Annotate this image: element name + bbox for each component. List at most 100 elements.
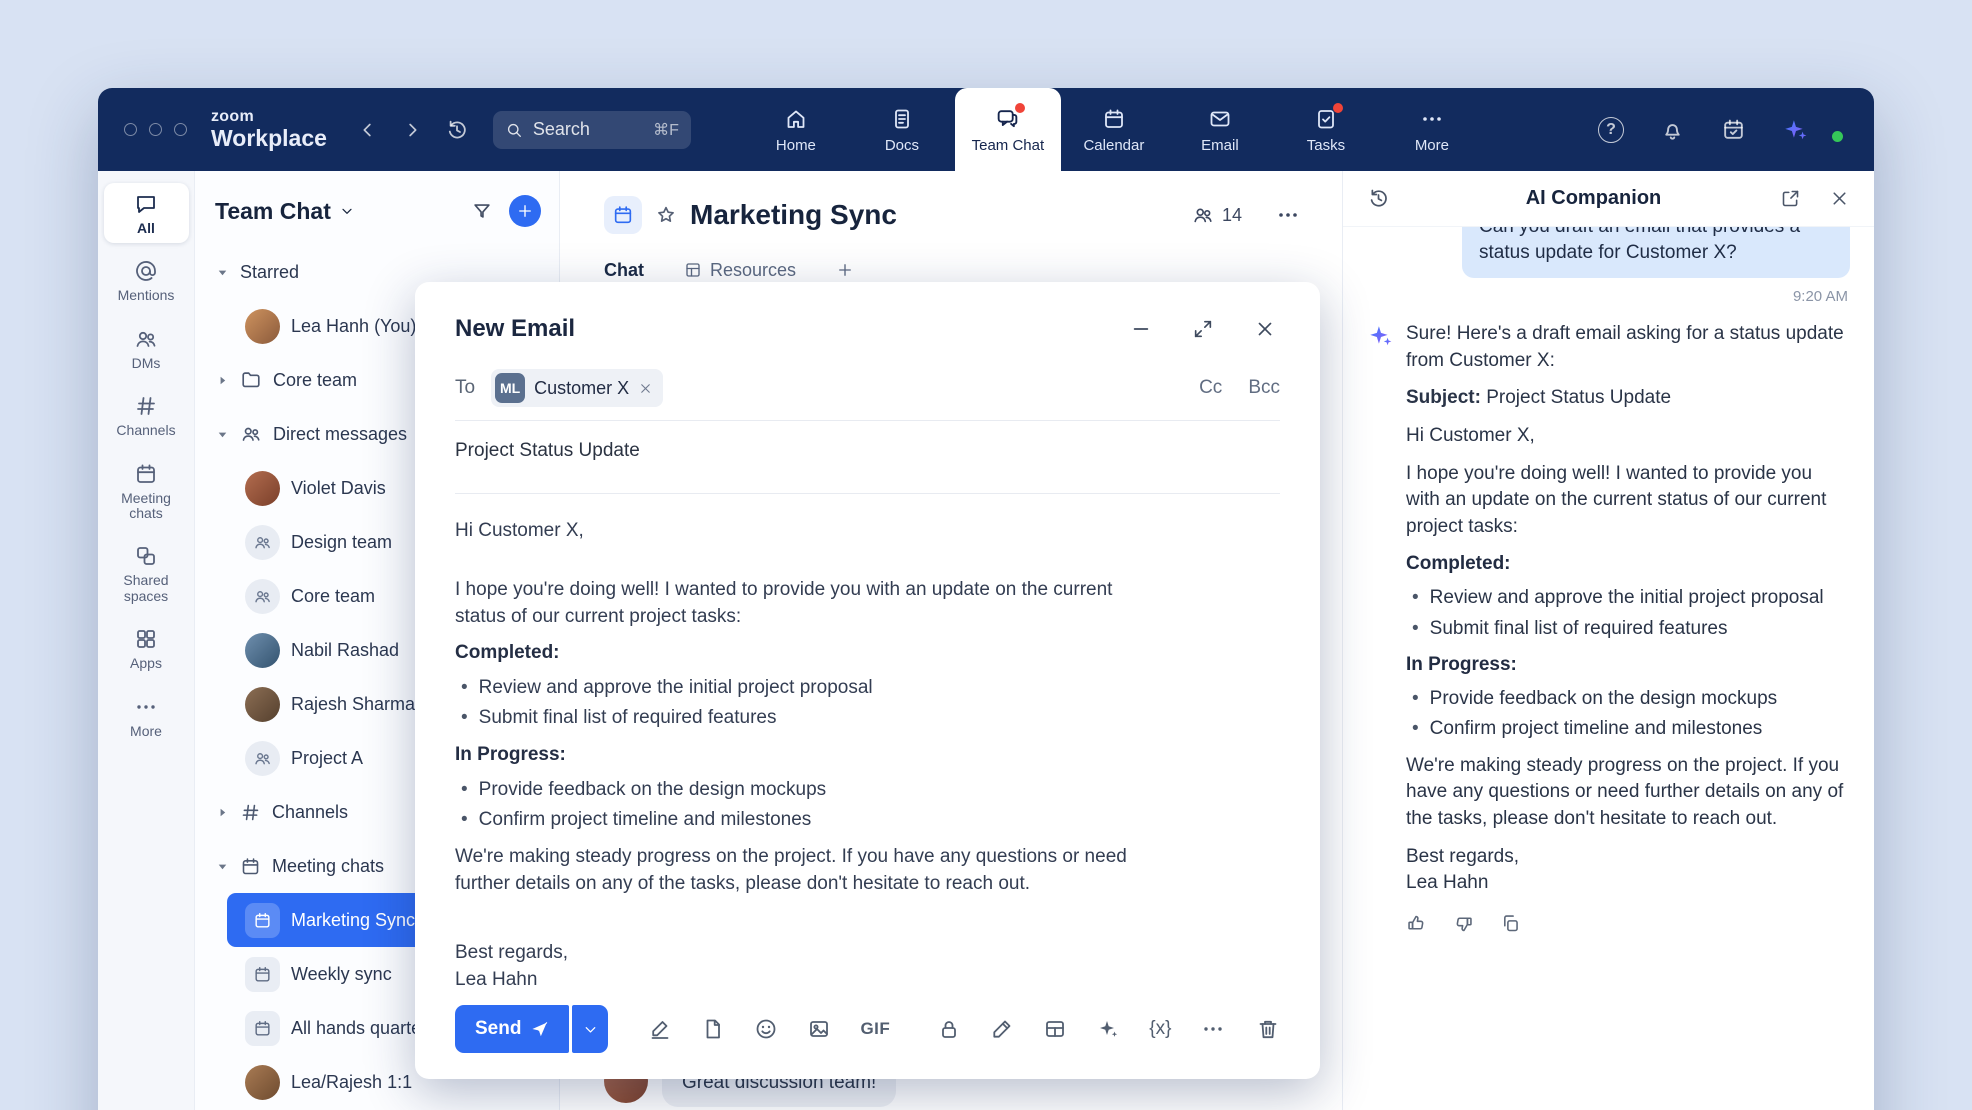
composer-more-button[interactable]	[1201, 1017, 1225, 1041]
gif-button[interactable]: GIF	[860, 1019, 890, 1039]
minimize-modal-button[interactable]	[1126, 314, 1156, 344]
new-chat-button[interactable]	[509, 195, 541, 227]
rail-item-meeting-chats[interactable]: Meeting chats	[104, 453, 189, 529]
rail-item-channels[interactable]: Channels	[104, 385, 189, 445]
avatar-rajesh-sharma	[245, 687, 280, 722]
close-modal-button[interactable]	[1250, 314, 1280, 344]
to-field[interactable]: To ML Customer X Cc Bcc	[455, 368, 1280, 408]
email-body-editor[interactable]: Hi Customer X, I hope you're doing well!…	[455, 494, 1155, 991]
remove-recipient-button[interactable]	[638, 381, 653, 396]
variables-button[interactable]: {x}	[1149, 1018, 1171, 1040]
send-button[interactable]: Send	[455, 1005, 569, 1053]
rail-item-all[interactable]: All	[104, 183, 189, 243]
emoji-icon	[754, 1017, 778, 1041]
history-button[interactable]	[441, 114, 473, 146]
search-input[interactable]: Search ⌘F	[493, 111, 691, 149]
ai-companion-panel: AI Companion Can you draft an email that…	[1342, 171, 1874, 1110]
star-channel-button[interactable]	[655, 204, 677, 226]
team-chat-dropdown[interactable]: Team Chat	[215, 198, 355, 225]
close-icon	[638, 381, 653, 396]
help-button[interactable]: ?	[1594, 113, 1628, 147]
ai-conversation[interactable]: Can you draft an email that provides a s…	[1343, 227, 1874, 1110]
channel-more-button[interactable]	[1272, 199, 1304, 231]
rail-item-mentions[interactable]: Mentions	[104, 250, 189, 310]
upcoming-meetings-button[interactable]	[1717, 113, 1750, 146]
rail-item-apps[interactable]: Apps	[104, 618, 189, 678]
plus-icon	[836, 261, 854, 279]
cc-button[interactable]: Cc	[1199, 377, 1222, 399]
ai-sparkle-icon	[1782, 117, 1808, 143]
profile-menu-button[interactable]	[1840, 126, 1848, 134]
edit-button[interactable]	[990, 1017, 1014, 1041]
minimize-window-control[interactable]	[149, 123, 162, 136]
ai-response-body: Sure! Here's a draft email asking for a …	[1406, 321, 1850, 934]
topnav-team-chat[interactable]: Team Chat	[955, 88, 1061, 171]
ai-signature: Best regards, Lea Hahn	[1406, 844, 1850, 897]
primary-navigation: Home Docs Team Chat Calendar	[743, 88, 1485, 171]
expand-modal-button[interactable]	[1188, 314, 1218, 344]
ai-compose-button[interactable]	[1096, 1017, 1120, 1041]
chevron-right-icon	[401, 119, 423, 141]
topnav-docs[interactable]: Docs	[849, 88, 955, 171]
meeting-calendar-icon	[134, 462, 158, 486]
modal-title: New Email	[455, 315, 575, 343]
people-icon	[134, 327, 158, 351]
topnav-home[interactable]: Home	[743, 88, 849, 171]
ai-response-message: Sure! Here's a draft email asking for a …	[1367, 321, 1850, 934]
topnav-calendar[interactable]: Calendar	[1061, 88, 1167, 171]
chat-bubble-icon	[134, 192, 158, 216]
rail-item-dms[interactable]: DMs	[104, 318, 189, 378]
rail-item-shared-spaces[interactable]: Shared spaces	[104, 535, 189, 611]
discard-draft-button[interactable]	[1256, 1017, 1280, 1041]
copy-button[interactable]	[1500, 913, 1521, 934]
back-button[interactable]	[353, 114, 383, 146]
list-item: Provide feedback on the design mockups	[1412, 685, 1850, 713]
topnav-email[interactable]: Email	[1167, 88, 1273, 171]
send-options-button[interactable]	[572, 1005, 608, 1053]
thumbs-up-button[interactable]	[1406, 913, 1427, 934]
search-placeholder: Search	[533, 119, 590, 140]
attach-file-button[interactable]	[701, 1017, 725, 1041]
forward-button[interactable]	[397, 114, 427, 146]
email-closing: We're making steady progress on the proj…	[455, 844, 1155, 898]
emoji-button[interactable]	[754, 1017, 778, 1041]
zoom-window-control[interactable]	[174, 123, 187, 136]
layout-button[interactable]	[1043, 1017, 1067, 1041]
rail-item-more[interactable]: More	[104, 686, 189, 746]
ai-companion-button[interactable]	[1778, 113, 1812, 147]
more-icon	[1420, 107, 1444, 131]
filter-button[interactable]	[471, 200, 493, 222]
ai-close-button[interactable]	[1825, 184, 1854, 213]
ai-intro: Sure! Here's a draft email asking for a …	[1406, 321, 1850, 374]
add-tab-button[interactable]	[836, 261, 854, 279]
window-controls[interactable]	[124, 123, 187, 136]
avatar-violet-davis	[245, 471, 280, 506]
encrypt-button[interactable]	[937, 1017, 961, 1041]
member-count[interactable]: 14	[1192, 204, 1242, 226]
file-icon	[701, 1017, 725, 1041]
ai-paragraph: I hope you're doing well! I wanted to pr…	[1406, 461, 1850, 541]
notifications-button[interactable]	[1656, 113, 1689, 146]
ai-history-button[interactable]	[1363, 183, 1423, 214]
close-window-control[interactable]	[124, 123, 137, 136]
topnav-more[interactable]: More	[1379, 88, 1485, 171]
members-icon	[1192, 204, 1214, 226]
bcc-button[interactable]: Bcc	[1248, 377, 1280, 399]
topbar: zoom Workplace Search ⌘F	[98, 88, 1874, 171]
apps-icon	[134, 627, 158, 651]
insert-image-button[interactable]	[807, 1017, 831, 1041]
ai-open-external-button[interactable]	[1776, 184, 1805, 213]
ai-greeting: Hi Customer X,	[1406, 423, 1850, 450]
tab-resources[interactable]: Resources	[684, 260, 796, 281]
copy-icon	[1500, 913, 1521, 934]
list-item: Submit final list of required features	[1412, 615, 1850, 643]
recipient-chip[interactable]: ML Customer X	[491, 369, 663, 407]
meeting-chat-icon	[245, 957, 280, 992]
topnav-tasks[interactable]: Tasks	[1273, 88, 1379, 171]
at-sign-icon	[134, 259, 158, 283]
subject-input[interactable]: Project Status Update	[455, 421, 1280, 481]
thumbs-down-button[interactable]	[1453, 913, 1474, 934]
signature-button[interactable]	[648, 1017, 672, 1041]
ai-completed-list: Review and approve the initial project p…	[1412, 584, 1850, 642]
docs-icon	[890, 107, 914, 131]
